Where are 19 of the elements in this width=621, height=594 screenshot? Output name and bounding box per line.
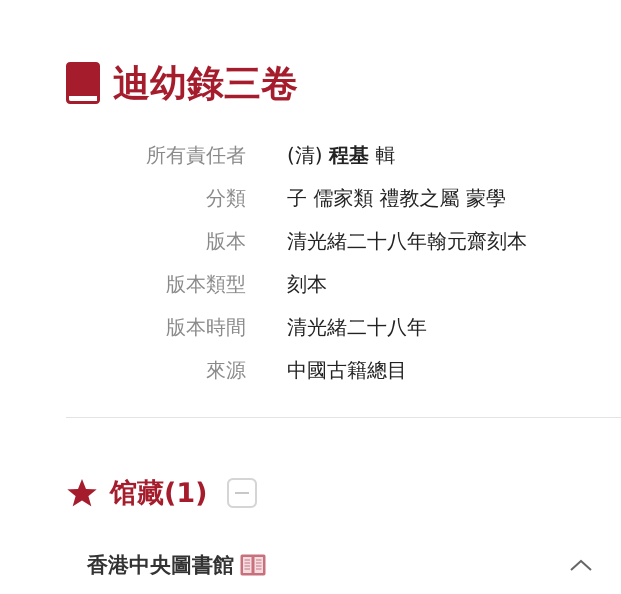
field-label: 版本時間 — [166, 314, 246, 341]
field-value: 子 儒家類 禮教之屬 蒙學 — [287, 185, 506, 212]
field-value: 清光緒二十八年翰元齋刻本 — [287, 228, 527, 255]
chevron-icon[interactable] — [569, 558, 593, 572]
library-name: 香港中央圖書館 — [87, 552, 234, 579]
field-value: 清光緒二十八年 — [287, 314, 427, 341]
field-label: 版本 — [206, 228, 246, 255]
page-title: 迪幼錄三卷 — [113, 64, 298, 102]
field-label: 版本類型 — [166, 271, 246, 298]
field-label: 來源 — [206, 357, 246, 384]
field-label: 所有責任者 — [146, 142, 246, 169]
book-icon — [66, 62, 100, 104]
open-book-icon — [240, 554, 266, 576]
field-value: 刻本 — [287, 271, 327, 298]
field-value: 中國古籍總目 — [287, 357, 407, 384]
holdings-title: 馆藏(1) — [110, 477, 208, 511]
star-icon — [66, 477, 98, 509]
field-value: (清) 程基 輯 — [287, 142, 396, 169]
field-label: 分類 — [206, 185, 246, 212]
